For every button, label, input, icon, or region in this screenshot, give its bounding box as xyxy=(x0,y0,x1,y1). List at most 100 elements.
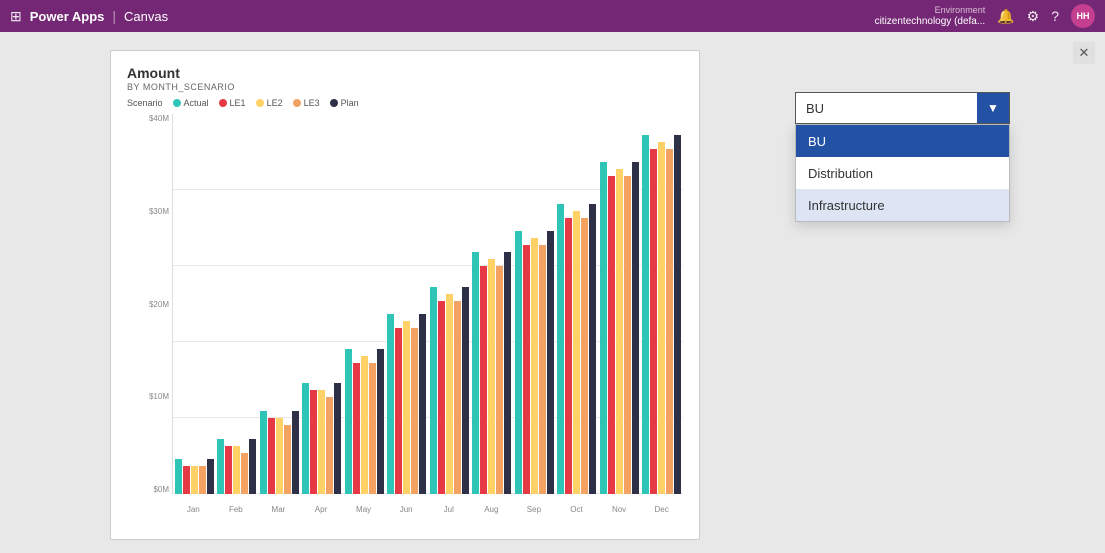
month-group-jul xyxy=(428,114,471,494)
close-icon: ✕ xyxy=(1079,45,1090,61)
bar-may-le1 xyxy=(353,363,360,494)
x-axis-labels: JanFebMarAprMayJunJulAugSepOctNovDec xyxy=(172,505,683,514)
legend-label-plan: Plan xyxy=(341,98,359,108)
bars-container xyxy=(172,114,683,494)
x-label-jan: Jan xyxy=(172,505,215,514)
bar-aug-le2 xyxy=(488,259,495,494)
legend-label-actual: Actual xyxy=(184,98,209,108)
bar-oct-le1 xyxy=(565,218,572,494)
chart-card: Amount BY MONTH_SCENARIO Scenario Actual… xyxy=(110,50,700,540)
dropdown-option-infrastructure-label: Infrastructure xyxy=(808,198,885,213)
bar-feb-plan xyxy=(249,439,256,494)
bar-jan-le1 xyxy=(183,466,190,494)
bar-nov-actual xyxy=(600,162,607,494)
legend-label-le3: LE3 xyxy=(304,98,320,108)
bar-jun-le2 xyxy=(403,321,410,494)
legend-label-le2: LE2 xyxy=(267,98,283,108)
canvas-area: Amount BY MONTH_SCENARIO Scenario Actual… xyxy=(0,32,1105,553)
bar-jan-le3 xyxy=(199,466,206,494)
month-group-feb xyxy=(216,114,259,494)
x-label-jul: Jul xyxy=(427,505,470,514)
bar-jun-le1 xyxy=(395,328,402,494)
x-label-mar: Mar xyxy=(257,505,300,514)
y-label-10m: $10M xyxy=(149,392,169,401)
bell-icon[interactable]: 🔔 xyxy=(997,8,1014,25)
legend-item-le2: LE2 xyxy=(256,98,283,108)
x-label-aug: Aug xyxy=(470,505,513,514)
bar-may-le3 xyxy=(369,363,376,494)
bar-sep-le1 xyxy=(523,245,530,494)
x-label-sep: Sep xyxy=(513,505,556,514)
bar-mar-actual xyxy=(260,411,267,494)
bar-oct-le2 xyxy=(573,211,580,494)
close-button[interactable]: ✕ xyxy=(1073,42,1095,64)
dropdown-container: BU ▼ BU Distribution Infrastructure xyxy=(795,92,1010,222)
y-label-40m: $40M xyxy=(149,114,169,123)
bar-dec-le2 xyxy=(658,142,665,494)
bar-chart-area: $40M $30M $20M $10M $0M JanFebMarAprMayJ… xyxy=(127,114,683,514)
chevron-down-icon: ▼ xyxy=(987,101,999,115)
canvas-label: Canvas xyxy=(124,9,168,24)
settings-icon[interactable]: ⚙ xyxy=(1027,8,1040,25)
help-icon[interactable]: ? xyxy=(1051,8,1059,24)
month-group-mar xyxy=(258,114,301,494)
bar-dec-le3 xyxy=(666,149,673,494)
legend-dot-le3 xyxy=(293,99,301,107)
bar-sep-actual xyxy=(515,231,522,494)
bar-nov-le2 xyxy=(616,169,623,494)
bar-jun-actual xyxy=(387,314,394,494)
legend-item-plan: Plan xyxy=(330,98,359,108)
bar-may-le2 xyxy=(361,356,368,494)
chart-title: Amount xyxy=(127,65,683,81)
bar-jul-le3 xyxy=(454,301,461,494)
bar-mar-le2 xyxy=(276,418,283,494)
bar-oct-le3 xyxy=(581,218,588,494)
dropdown-menu: BU Distribution Infrastructure xyxy=(795,124,1010,222)
bar-jun-le3 xyxy=(411,328,418,494)
bar-feb-le2 xyxy=(233,446,240,494)
legend-scenario-label: Scenario xyxy=(127,98,163,108)
bar-jul-actual xyxy=(430,287,437,494)
legend-item-le1: LE1 xyxy=(219,98,246,108)
bar-dec-le1 xyxy=(650,149,657,494)
bar-jan-plan xyxy=(207,459,214,494)
dropdown-option-infrastructure[interactable]: Infrastructure xyxy=(796,189,1009,221)
dropdown-option-distribution[interactable]: Distribution xyxy=(796,157,1009,189)
bar-mar-le3 xyxy=(284,425,291,494)
bar-mar-plan xyxy=(292,411,299,494)
topbar-right: Environment citizentechnology (defa... 🔔… xyxy=(875,4,1095,28)
bar-jan-le2 xyxy=(191,466,198,494)
topbar: ⊞ Power Apps | Canvas Environment citize… xyxy=(0,0,1105,32)
bar-apr-le2 xyxy=(318,390,325,494)
bar-sep-le2 xyxy=(531,238,538,494)
dropdown-chevron[interactable]: ▼ xyxy=(977,93,1009,123)
bar-aug-plan xyxy=(504,252,511,494)
environment-value: citizentechnology (defa... xyxy=(875,16,986,27)
month-group-sep xyxy=(513,114,556,494)
bar-sep-plan xyxy=(547,231,554,494)
chart-subtitle: BY MONTH_SCENARIO xyxy=(127,82,683,92)
y-label-20m: $20M xyxy=(149,300,169,309)
bar-apr-plan xyxy=(334,383,341,494)
legend-item-actual: Actual xyxy=(173,98,209,108)
bar-feb-le1 xyxy=(225,446,232,494)
x-label-jun: Jun xyxy=(385,505,428,514)
bar-feb-le3 xyxy=(241,453,248,494)
bar-apr-actual xyxy=(302,383,309,494)
x-label-feb: Feb xyxy=(215,505,258,514)
dropdown-option-bu[interactable]: BU xyxy=(796,125,1009,157)
app-name: Power Apps xyxy=(30,9,105,24)
separator: | xyxy=(112,8,116,24)
bar-apr-le3 xyxy=(326,397,333,494)
avatar[interactable]: HH xyxy=(1071,4,1095,28)
bar-jan-actual xyxy=(175,459,182,494)
chart-legend: Scenario Actual LE1 LE2 LE3 Plan xyxy=(127,98,683,108)
bar-may-plan xyxy=(377,349,384,494)
legend-label-le1: LE1 xyxy=(230,98,246,108)
bar-nov-le1 xyxy=(608,176,615,494)
bar-mar-le1 xyxy=(268,418,275,494)
dropdown-select[interactable]: BU ▼ xyxy=(795,92,1010,124)
month-group-oct xyxy=(556,114,599,494)
environment-info: Environment citizentechnology (defa... xyxy=(875,5,986,27)
legend-dot-plan xyxy=(330,99,338,107)
